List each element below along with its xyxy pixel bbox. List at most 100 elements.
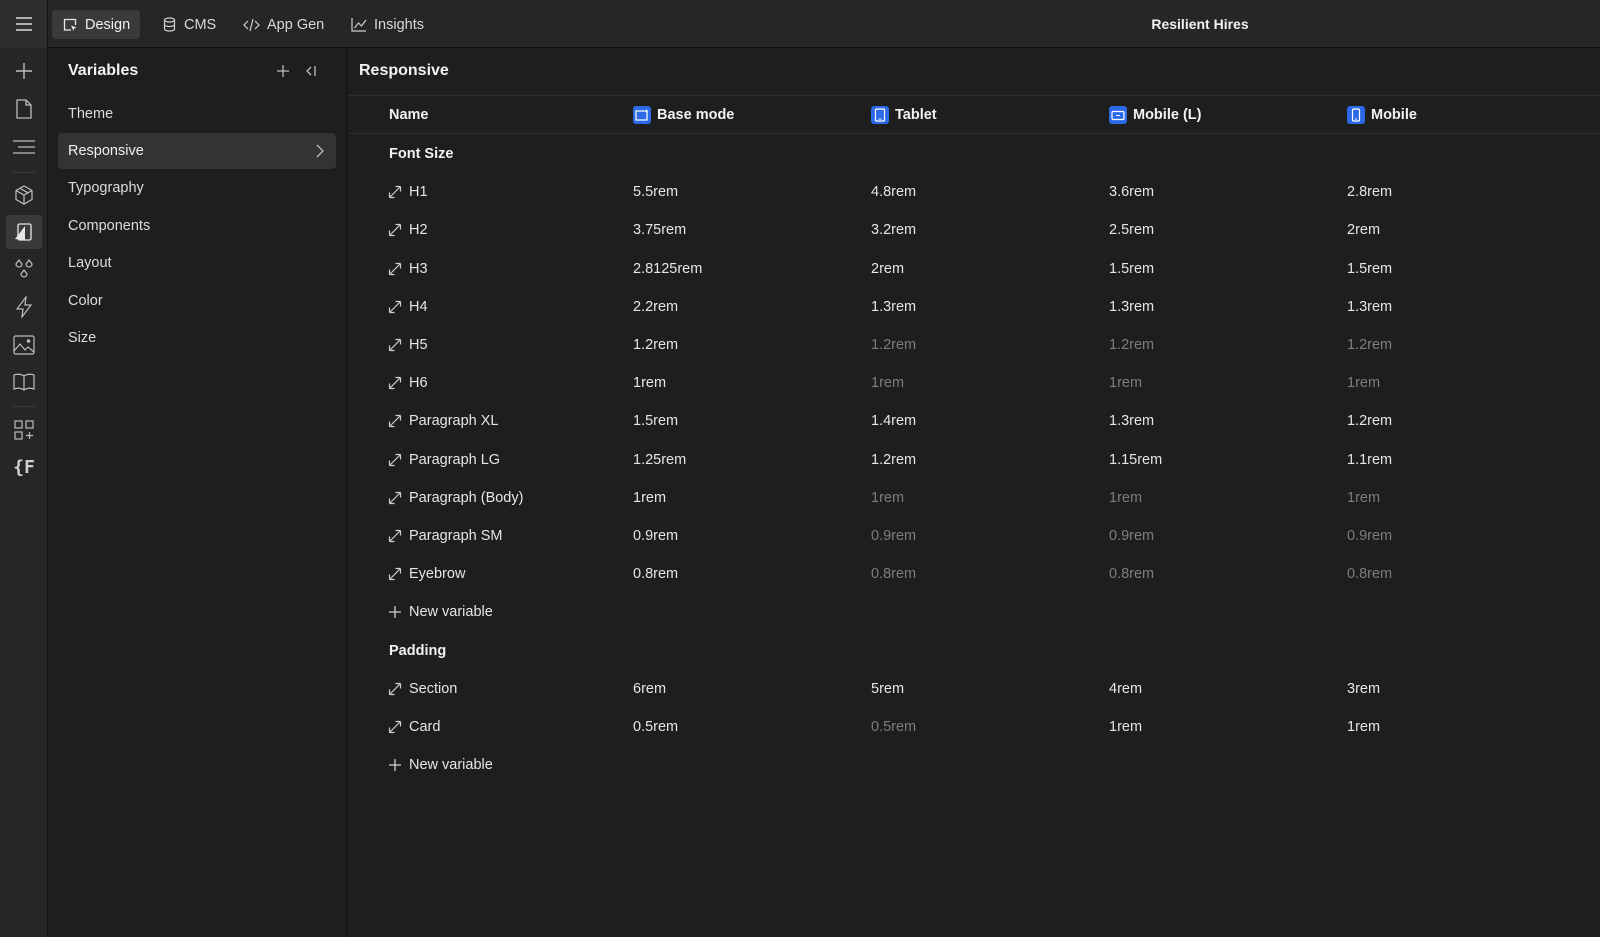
table-row[interactable]: Paragraph SM 0.9rem 0.9rem 0.9rem 0.9rem — [348, 518, 1600, 556]
figma-plugin-button[interactable]: {F — [6, 450, 42, 484]
variable-name-cell[interactable]: H1 — [388, 184, 428, 200]
collection-theme[interactable]: Theme — [58, 96, 336, 132]
variable-value-cell[interactable]: 1rem — [633, 490, 666, 506]
variable-value-cell[interactable]: 1.2rem — [1347, 337, 1392, 353]
variable-value-cell[interactable]: 0.9rem — [633, 528, 678, 544]
variable-value-cell[interactable]: 2rem — [871, 261, 904, 277]
variable-name-cell[interactable]: H4 — [388, 299, 428, 315]
variable-value-cell[interactable]: 1.15rem — [1109, 452, 1162, 468]
apps-button[interactable] — [6, 413, 42, 447]
tab-cms[interactable]: CMS — [152, 10, 226, 39]
variable-value-cell[interactable]: 1.2rem — [1109, 337, 1154, 353]
variable-value-cell[interactable]: 1.2rem — [871, 452, 916, 468]
collection-responsive[interactable]: Responsive — [58, 133, 336, 169]
table-row[interactable]: H4 2.2rem 1.3rem 1.3rem 1.3rem — [348, 289, 1600, 327]
column-header-base-mode[interactable]: Base mode — [633, 105, 734, 125]
variable-value-cell[interactable]: 1.3rem — [1347, 299, 1392, 315]
table-row[interactable]: H6 1rem 1rem 1rem 1rem — [348, 365, 1600, 403]
variable-value-cell[interactable]: 1rem — [1347, 719, 1380, 735]
variable-value-cell[interactable]: 0.9rem — [871, 528, 916, 544]
table-row[interactable]: Paragraph (Body) 1rem 1rem 1rem 1rem — [348, 480, 1600, 518]
column-header-name[interactable]: Name — [389, 105, 429, 125]
variable-value-cell[interactable]: 0.8rem — [871, 566, 916, 582]
variable-value-cell[interactable]: 1.2rem — [633, 337, 678, 353]
variable-value-cell[interactable]: 1rem — [1347, 490, 1380, 506]
variable-value-cell[interactable]: 1.1rem — [1347, 452, 1392, 468]
column-header-mobile[interactable]: Mobile — [1347, 105, 1417, 125]
variable-value-cell[interactable]: 2.8125rem — [633, 261, 702, 277]
variable-value-cell[interactable]: 1rem — [633, 375, 666, 391]
table-row[interactable]: H2 3.75rem 3.2rem 2.5rem 2rem — [348, 212, 1600, 250]
navigator-button[interactable] — [6, 130, 42, 164]
table-row[interactable]: H1 5.5rem 4.8rem 3.6rem 2.8rem — [348, 174, 1600, 212]
table-row[interactable]: Paragraph XL 1.5rem 1.4rem 1.3rem 1.2rem — [348, 403, 1600, 441]
variable-value-cell[interactable]: 3.6rem — [1109, 184, 1154, 200]
variable-value-cell[interactable]: 0.5rem — [633, 719, 678, 735]
variable-name-cell[interactable]: Paragraph LG — [388, 452, 500, 468]
variable-name-cell[interactable]: Paragraph (Body) — [388, 490, 523, 506]
pages-button[interactable] — [6, 92, 42, 126]
variable-value-cell[interactable]: 1.2rem — [1347, 413, 1392, 429]
variable-value-cell[interactable]: 4rem — [1109, 681, 1142, 697]
new-variable-button[interactable]: New variable — [388, 757, 493, 773]
variable-value-cell[interactable]: 0.8rem — [633, 566, 678, 582]
variable-value-cell[interactable]: 1.2rem — [871, 337, 916, 353]
variable-value-cell[interactable]: 0.8rem — [1347, 566, 1392, 582]
variable-value-cell[interactable]: 5.5rem — [633, 184, 678, 200]
table-row[interactable]: Eyebrow 0.8rem 0.8rem 0.8rem 0.8rem — [348, 556, 1600, 594]
variable-name-cell[interactable]: Paragraph SM — [388, 528, 503, 544]
variable-value-cell[interactable]: 2.8rem — [1347, 184, 1392, 200]
column-header-mobile-l[interactable]: Mobile (L) — [1109, 105, 1201, 125]
add-collection-button[interactable] — [273, 61, 293, 81]
collection-color[interactable]: Color — [58, 283, 336, 319]
collection-layout[interactable]: Layout — [58, 245, 336, 281]
table-row[interactable]: H3 2.8125rem 2rem 1.5rem 1.5rem — [348, 251, 1600, 289]
interactions-button[interactable] — [6, 290, 42, 324]
project-title[interactable]: Resilient Hires — [1100, 0, 1300, 48]
variable-value-cell[interactable]: 5rem — [871, 681, 904, 697]
group-label[interactable]: Font Size — [389, 146, 453, 162]
tab-app-gen[interactable]: App Gen — [233, 10, 334, 39]
variable-value-cell[interactable]: 1.3rem — [1109, 299, 1154, 315]
variable-name-cell[interactable]: H3 — [388, 261, 428, 277]
variable-name-cell[interactable]: Card — [388, 719, 440, 735]
variable-value-cell[interactable]: 2rem — [1347, 222, 1380, 238]
main-menu-button[interactable] — [0, 0, 48, 48]
variable-value-cell[interactable]: 4.8rem — [871, 184, 916, 200]
variable-value-cell[interactable]: 1rem — [1347, 375, 1380, 391]
variable-name-cell[interactable]: Eyebrow — [388, 566, 465, 582]
variable-value-cell[interactable]: 1rem — [1109, 719, 1142, 735]
variable-name-cell[interactable]: H5 — [388, 337, 428, 353]
variable-value-cell[interactable]: 1.3rem — [1109, 413, 1154, 429]
components-button[interactable] — [6, 178, 42, 212]
table-row[interactable]: Card 0.5rem 0.5rem 1rem 1rem — [348, 709, 1600, 747]
variable-value-cell[interactable]: 1.4rem — [871, 413, 916, 429]
variables-button[interactable] — [6, 215, 42, 249]
variable-value-cell[interactable]: 0.9rem — [1109, 528, 1154, 544]
variable-value-cell[interactable]: 1.3rem — [871, 299, 916, 315]
collection-typography[interactable]: Typography — [58, 170, 336, 206]
assets-button[interactable] — [6, 328, 42, 362]
variable-value-cell[interactable]: 0.9rem — [1347, 528, 1392, 544]
variable-value-cell[interactable]: 2.5rem — [1109, 222, 1154, 238]
variable-value-cell[interactable]: 3rem — [1347, 681, 1380, 697]
variable-value-cell[interactable]: 1rem — [1109, 490, 1142, 506]
table-row[interactable]: H5 1.2rem 1.2rem 1.2rem 1.2rem — [348, 327, 1600, 365]
variable-value-cell[interactable]: 0.5rem — [871, 719, 916, 735]
group-label[interactable]: Padding — [389, 643, 446, 659]
variable-value-cell[interactable]: 1.25rem — [633, 452, 686, 468]
variable-value-cell[interactable]: 1.5rem — [633, 413, 678, 429]
variable-value-cell[interactable]: 1rem — [871, 375, 904, 391]
variable-name-cell[interactable]: H6 — [388, 375, 428, 391]
variable-value-cell[interactable]: 1rem — [1109, 375, 1142, 391]
variable-name-cell[interactable]: H2 — [388, 222, 428, 238]
variable-value-cell[interactable]: 3.75rem — [633, 222, 686, 238]
variable-value-cell[interactable]: 1.5rem — [1347, 261, 1392, 277]
variable-value-cell[interactable]: 6rem — [633, 681, 666, 697]
table-row[interactable]: Section 6rem 5rem 4rem 3rem — [348, 671, 1600, 709]
variable-name-cell[interactable]: Paragraph XL — [388, 413, 498, 429]
variable-name-cell[interactable]: Section — [388, 681, 457, 697]
styles-button[interactable] — [6, 253, 42, 287]
new-variable-button[interactable]: New variable — [388, 604, 493, 620]
library-button[interactable] — [6, 365, 42, 399]
